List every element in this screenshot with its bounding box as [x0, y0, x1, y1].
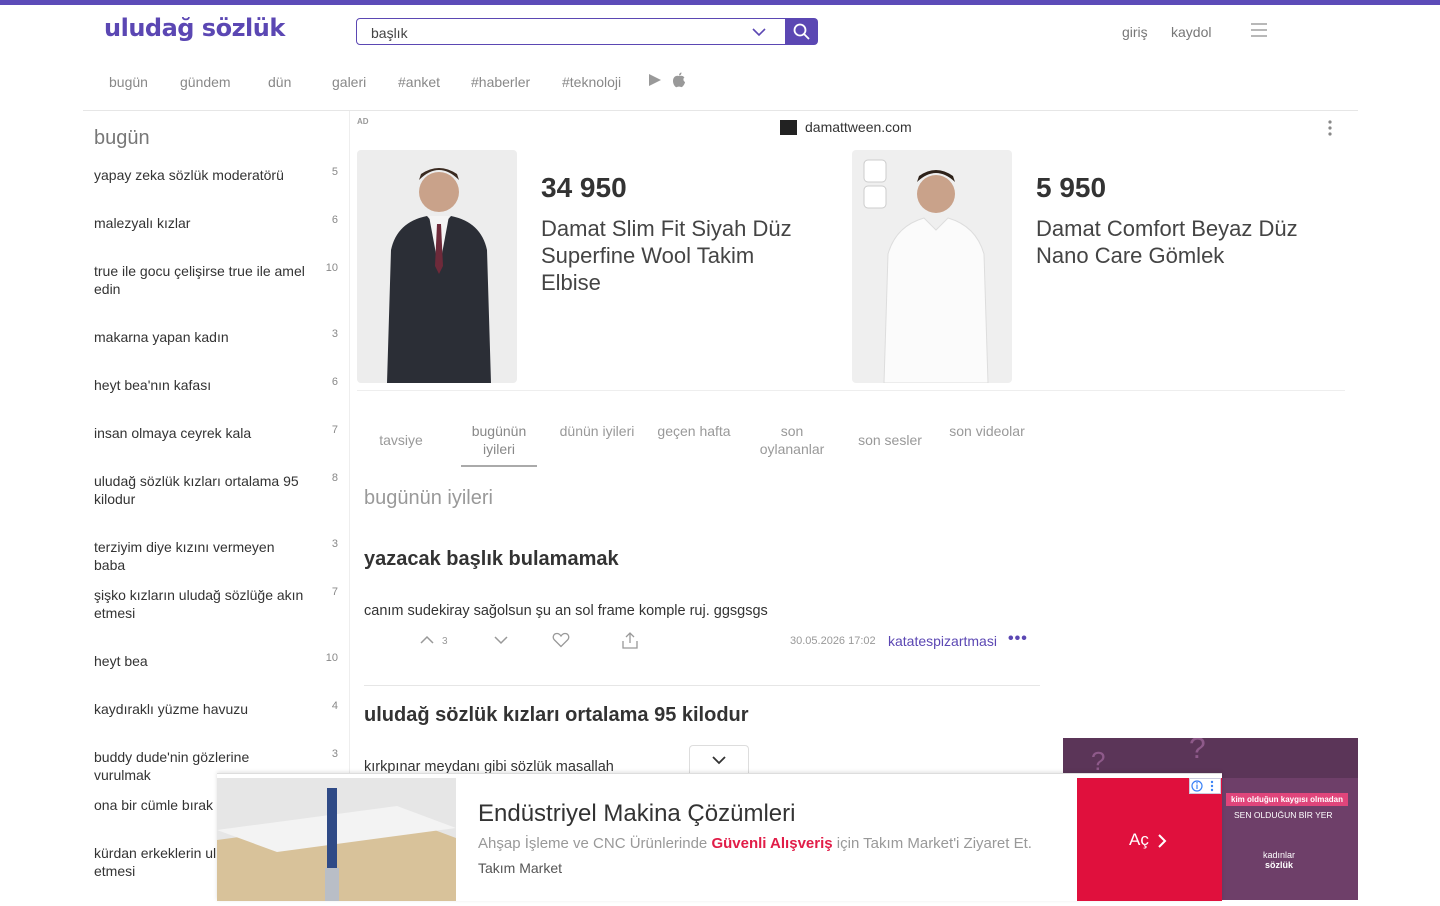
tab-gecen-hafta[interactable]: geçen hafta: [654, 422, 734, 440]
search-input[interactable]: [369, 24, 733, 42]
product-name[interactable]: Damat Comfort Beyaz Düz Nano Care Gömlek: [1036, 215, 1311, 269]
tab-dunun-iyileri[interactable]: dünün iyileri: [557, 422, 637, 440]
ad-choices-icon[interactable]: [1189, 778, 1221, 794]
topic-count: 6: [331, 376, 338, 388]
hamburger-menu-icon[interactable]: [1251, 23, 1267, 37]
topic-label[interactable]: kaydıraklı yüzme havuzu: [94, 700, 309, 718]
topic-label[interactable]: uludağ sözlük kızları ortalama 95 kilodu…: [94, 472, 309, 508]
topic-label[interactable]: insan olmaya ceyrek kala: [94, 424, 309, 442]
product-name[interactable]: Damat Slim Fit Siyah Düz Superfine Wool …: [541, 215, 816, 296]
entry-date: 30.05.2026 17:02: [790, 635, 876, 647]
side-ad-brand-line: kadınlar: [1263, 850, 1296, 860]
apple-icon[interactable]: [672, 72, 686, 88]
product-image-suit[interactable]: [357, 150, 517, 383]
topic-count: 6: [331, 214, 338, 226]
header-divider: [83, 110, 1358, 111]
tab-son-videolar[interactable]: son videolar: [947, 422, 1027, 440]
entry-title[interactable]: yazacak başlık bulamamak: [364, 548, 619, 571]
topic-count: 10: [325, 262, 338, 274]
heart-icon[interactable]: [552, 632, 570, 648]
banner-description: Ahşap İşleme ve CNC Ürünlerinde Güvenli …: [478, 835, 1032, 852]
more-options-icon[interactable]: •••: [1008, 630, 1028, 648]
search-icon: [793, 23, 810, 40]
section-title: bugünün iyileri: [364, 487, 493, 509]
search-button[interactable]: [785, 18, 818, 45]
topic-count: 5: [331, 166, 338, 178]
topic-label[interactable]: heyt bea: [94, 652, 309, 670]
vote-count: 3: [442, 636, 448, 647]
topic-count: 3: [331, 328, 338, 340]
nav-galeri[interactable]: galeri: [332, 74, 366, 90]
topic-label[interactable]: kürdan erkeklerin ul etmesi: [94, 844, 219, 880]
ad-domain[interactable]: damattween.com: [805, 119, 912, 135]
banner-collapse-button[interactable]: [689, 745, 749, 774]
google-play-icon[interactable]: [647, 72, 663, 88]
bottom-ad-banner[interactable]: Endüstriyel Makina Çözümleri Ahşap İşlem…: [217, 773, 1222, 901]
banner-open-label: Aç: [1129, 830, 1149, 849]
banner-product-image[interactable]: [217, 778, 456, 901]
topic-label[interactable]: yapay zeka sözlük moderatörü: [94, 166, 309, 184]
banner-description-text: için Takım Market'i Ziyaret Et.: [832, 835, 1032, 852]
share-icon[interactable]: [621, 632, 639, 649]
product-price: 34 950: [541, 172, 627, 203]
more-vertical-icon[interactable]: [1327, 120, 1333, 136]
sidebar-title: bugün: [94, 127, 150, 149]
topic-label[interactable]: terziyim diye kızını vermeyen baba: [94, 538, 309, 574]
entry-author[interactable]: katatespizartmasi: [888, 633, 997, 649]
topic-label[interactable]: malezyalı kızlar: [94, 214, 309, 232]
ad-label: AD: [357, 117, 369, 126]
topic-label[interactable]: heyt bea'nın kafası: [94, 376, 309, 394]
search-box[interactable]: [356, 18, 786, 45]
product-price: 5 950: [1036, 172, 1107, 203]
entry-title[interactable]: uludağ sözlük kızları ortalama 95 kilodu…: [364, 704, 749, 727]
tab-son-oylananlar[interactable]: son oylananlar: [752, 422, 832, 458]
chevron-down-icon: [712, 756, 726, 765]
chevron-down-icon[interactable]: [749, 22, 769, 42]
upvote-icon[interactable]: [419, 632, 435, 648]
product-image-shirt[interactable]: [852, 150, 1012, 383]
top-accent-bar: [0, 0, 1440, 5]
topic-count: 3: [331, 748, 338, 760]
entry-text: canım sudekiray sağolsun şu an sol frame…: [364, 603, 768, 619]
entry-divider: [364, 685, 1040, 686]
side-ad-brand: kadınlar sözlük: [1263, 850, 1295, 870]
side-ad-brand-line: sözlük: [1265, 860, 1294, 870]
nav-teknoloji[interactable]: #teknoloji: [562, 74, 621, 90]
chevron-right-icon: [1158, 834, 1167, 848]
downvote-icon[interactable]: [493, 632, 509, 648]
banner-brand: Takım Market: [478, 860, 563, 876]
side-ad-tag: kim olduğun kaygısı olmadan: [1226, 793, 1349, 806]
nav-dun[interactable]: dün: [268, 74, 291, 90]
topic-label[interactable]: true ile gocu çelişirse true ile amel ed…: [94, 262, 309, 298]
banner-title[interactable]: Endüstriyel Makina Çözümleri: [478, 800, 795, 828]
topic-count: 7: [331, 424, 338, 436]
nav-anket[interactable]: #anket: [398, 74, 440, 90]
topic-count: 3: [331, 538, 338, 550]
tab-bugunun-iyileri[interactable]: bugünün iyileri: [461, 422, 537, 458]
nav-bugun[interactable]: bugün: [109, 74, 148, 90]
topic-count: 10: [325, 652, 338, 664]
banner-description-text: Ahşap İşleme ve CNC Ürünlerinde: [478, 835, 712, 852]
nav-gundem[interactable]: gündem: [180, 74, 231, 90]
tab-son-sesler[interactable]: son sesler: [850, 431, 930, 449]
topic-count: 7: [331, 586, 338, 598]
register-link[interactable]: kaydol: [1171, 24, 1211, 40]
login-link[interactable]: giriş: [1122, 24, 1148, 40]
banner-description-highlight: Güvenli Alışveriş: [711, 835, 833, 852]
topic-count: 8: [331, 472, 338, 484]
tab-tavsiye[interactable]: tavsiye: [361, 431, 441, 449]
question-mark-decoration: ?: [1189, 738, 1206, 765]
advertiser-logo: [780, 120, 797, 135]
topic-label[interactable]: makarna yapan kadın: [94, 328, 309, 346]
topic-count: 4: [331, 700, 338, 712]
ad-divider: [357, 390, 1345, 391]
nav-haberler[interactable]: #haberler: [471, 74, 530, 90]
active-tab-indicator: [461, 465, 537, 467]
topic-label[interactable]: şişko kızların uludağ sözlüğe akın etmes…: [94, 586, 309, 622]
side-ad-slogan: SEN OLDUĞUN BİR YER: [1234, 810, 1333, 820]
site-logo[interactable]: uludağ sözlük: [104, 14, 285, 42]
banner-open-button[interactable]: Aç: [1077, 778, 1222, 901]
